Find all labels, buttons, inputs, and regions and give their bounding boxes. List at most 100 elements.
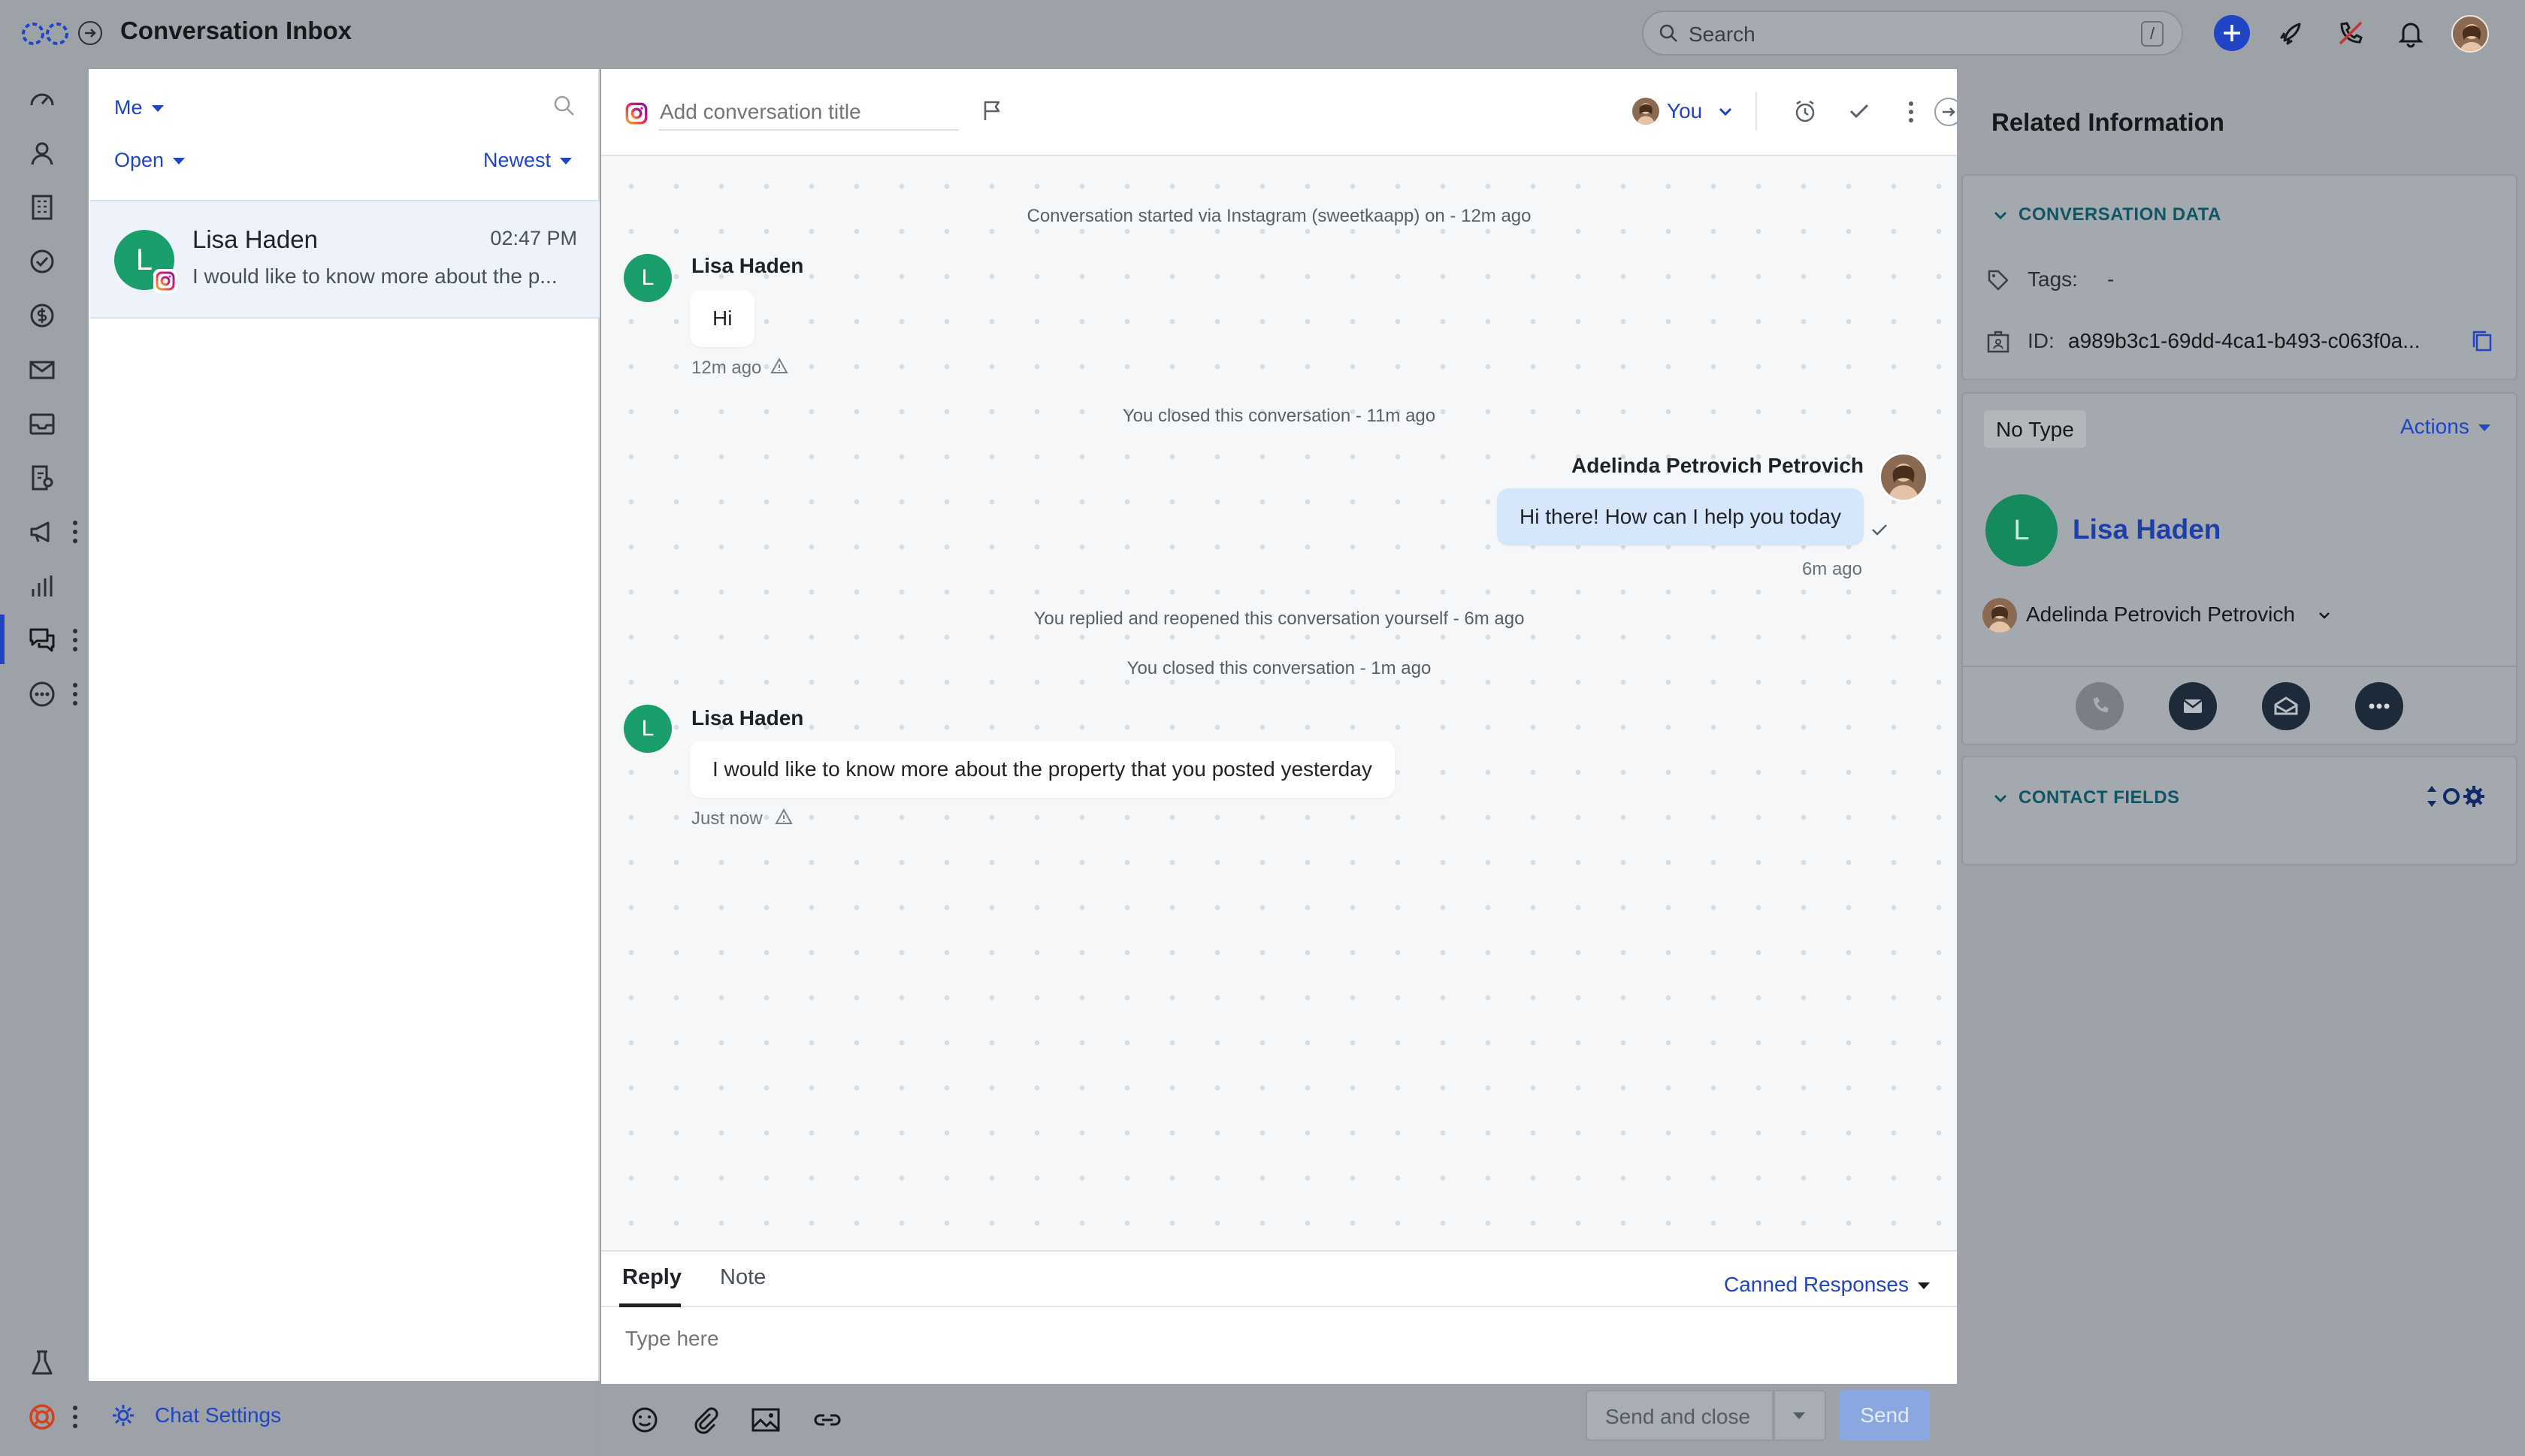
warning-icon[interactable]: [774, 807, 794, 826]
tab-reply[interactable]: Reply: [622, 1265, 682, 1290]
rocket-icon: [2280, 23, 2301, 45]
sender-avatar: L: [624, 705, 672, 753]
emoji-icon[interactable]: [630, 1405, 660, 1435]
forms-icon[interactable]: [27, 463, 57, 493]
active-nav-indicator: [0, 615, 5, 664]
contact-type-badge[interactable]: No Type: [1984, 410, 2086, 448]
tags-value[interactable]: -: [2107, 267, 2114, 292]
system-message: You replied and reopened this conversati…: [1033, 609, 1525, 629]
more-apps-icon[interactable]: [27, 679, 57, 709]
message-bubble-outgoing: Hi there! How can I help you today: [1496, 488, 1864, 545]
email-button[interactable]: [2169, 682, 2217, 730]
ellipsis-icon: [2369, 703, 2390, 709]
companies-icon[interactable]: [27, 192, 57, 222]
more-actions-button[interactable]: [2355, 682, 2403, 730]
tab-note[interactable]: Note: [720, 1265, 766, 1290]
notifications-button[interactable]: [2394, 17, 2427, 50]
conversations-icon[interactable]: [27, 625, 57, 655]
contacts-icon[interactable]: [27, 138, 57, 168]
sort-settings-icon[interactable]: [2424, 781, 2487, 811]
caret-down-icon: [560, 158, 573, 165]
message-button[interactable]: [2262, 682, 2310, 730]
canned-responses-dropdown[interactable]: Canned Responses: [1724, 1273, 1930, 1297]
reports-icon[interactable]: [27, 571, 57, 601]
system-message: You closed this conversation - 1m ago: [1126, 658, 1432, 678]
app-logo[interactable]: [21, 20, 69, 48]
snooze-clock-icon[interactable]: [1792, 98, 1819, 125]
assignee-label: You: [1667, 99, 1703, 122]
contact-actions-label: Actions: [2400, 415, 2469, 438]
contact-actions-dropdown[interactable]: Actions: [2400, 415, 2490, 439]
status-filter-dropdown[interactable]: Open: [114, 149, 186, 172]
expand-nav-icon[interactable]: [78, 21, 102, 45]
assignee-filter-dropdown[interactable]: Me: [114, 96, 164, 119]
chevron-down-icon: [1719, 107, 1732, 116]
more-options-icon[interactable]: [71, 519, 80, 545]
assignee-filter-label: Me: [114, 96, 143, 119]
caret-down-icon: [173, 158, 186, 165]
message-time: 12m ago: [691, 358, 762, 378]
delivered-check-icon: [1872, 524, 1887, 536]
conversation-list-item[interactable]: L Lisa Haden 02:47 PM I would like to kn…: [90, 200, 600, 319]
sender-avatar: L: [624, 254, 672, 302]
send-options-dropdown[interactable]: [1774, 1390, 1826, 1441]
chat-settings-label: Chat Settings: [155, 1403, 282, 1427]
campaigns-icon[interactable]: [27, 517, 57, 547]
more-options-icon[interactable]: [71, 627, 80, 653]
page-title: Conversation Inbox: [120, 17, 352, 44]
more-options-icon[interactable]: [71, 1404, 80, 1430]
phone-disabled-button[interactable]: [2334, 17, 2367, 50]
caret-down-icon: [1793, 1412, 1805, 1419]
conversation-time: 02:47 PM: [490, 227, 577, 249]
message-thread: [601, 156, 1957, 1250]
link-icon[interactable]: [812, 1405, 843, 1435]
lab-icon[interactable]: [27, 1348, 57, 1378]
instagram-icon: [625, 102, 648, 125]
deals-icon[interactable]: [27, 301, 57, 331]
image-icon[interactable]: [750, 1405, 782, 1435]
id-badge-icon: [1987, 331, 2009, 353]
status-filter-label: Open: [114, 149, 165, 171]
message-bubble: Hi: [690, 290, 755, 347]
copy-icon[interactable]: [2471, 329, 2493, 353]
launchpad-button[interactable]: [2276, 17, 2309, 50]
email-icon[interactable]: [27, 355, 57, 385]
message-sender: Adelinda Petrovich Petrovich: [1571, 454, 1864, 477]
attachment-icon[interactable]: [690, 1405, 720, 1435]
related-info-title: Related Information: [1991, 108, 2224, 136]
message-time: 6m ago: [1801, 559, 1862, 579]
search-input[interactable]: Search /: [1642, 11, 2183, 56]
send-button[interactable]: Send: [1840, 1390, 1930, 1441]
contact-avatar: L: [1985, 494, 2058, 566]
user-avatar[interactable]: [2451, 15, 2489, 53]
message-input[interactable]: [624, 1325, 1931, 1370]
help-icon[interactable]: [27, 1402, 57, 1432]
search-icon: [1659, 24, 1677, 42]
add-button[interactable]: [2214, 15, 2250, 51]
conversation-title-input[interactable]: [658, 95, 959, 131]
message-sender: Lisa Haden: [691, 254, 804, 277]
contact-name-link[interactable]: Lisa Haden: [2073, 514, 2221, 545]
instagram-icon: [153, 269, 177, 293]
dashboard-icon[interactable]: [27, 84, 57, 114]
more-options-icon[interactable]: [71, 681, 80, 707]
call-button[interactable]: [2076, 682, 2124, 730]
bell-icon: [2398, 23, 2424, 48]
chevron-down-icon: [1994, 794, 2007, 803]
contact-fields-heading: CONTACT FIELDS: [2018, 787, 2180, 808]
more-options-icon[interactable]: [1906, 99, 1916, 125]
send-and-close-label: Send and close: [1605, 1405, 1751, 1428]
phone-off-icon: [2339, 21, 2363, 45]
flag-icon[interactable]: [980, 98, 1005, 123]
search-icon[interactable]: [552, 93, 577, 119]
sort-dropdown[interactable]: Newest: [483, 149, 573, 172]
close-conversation-check-icon[interactable]: [1846, 98, 1873, 125]
composer-tabs-divider: [601, 1306, 1957, 1307]
system-message: You closed this conversation - 11m ago: [1122, 406, 1436, 426]
tasks-icon[interactable]: [27, 246, 57, 276]
chevron-down-icon: [1994, 211, 2007, 220]
warning-icon[interactable]: [770, 356, 789, 376]
inbox-icon[interactable]: [27, 409, 57, 439]
send-and-close-button[interactable]: Send and close: [1586, 1390, 1774, 1441]
contact-owner-name: Adelinda Petrovich Petrovich: [2026, 603, 2295, 626]
